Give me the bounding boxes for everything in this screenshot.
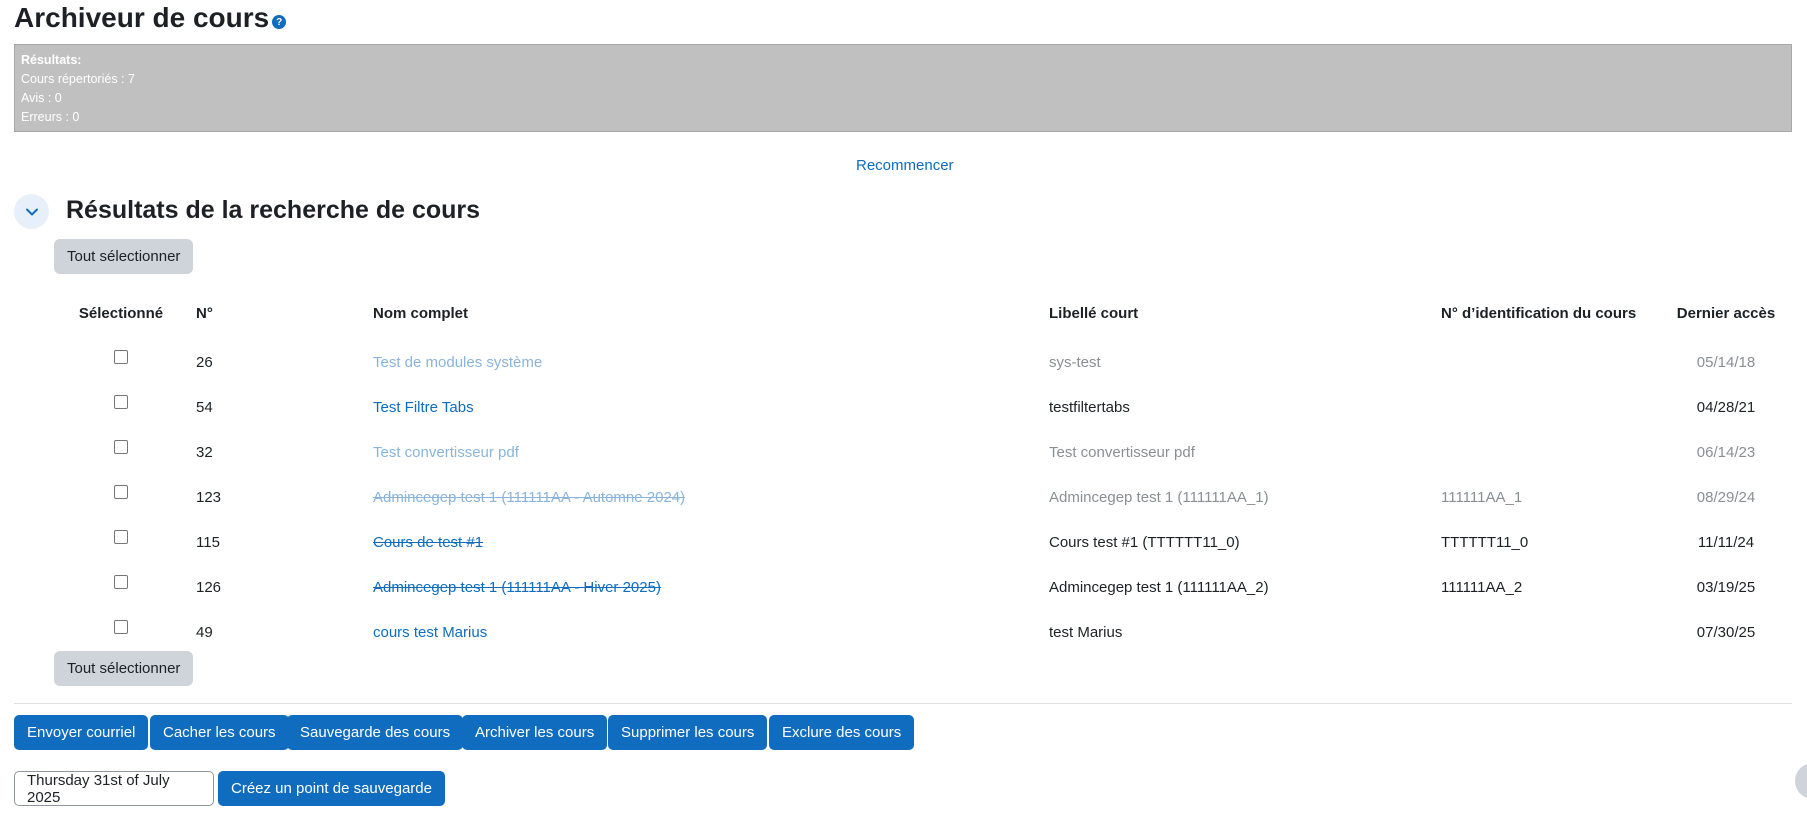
table-row: 54 Test Filtre Tabs testfiltertabs 04/28… [46,385,1793,430]
table-row: 115 Cours de test #1 Cours test #1 (TTTT… [46,520,1793,565]
row-checkbox[interactable] [114,575,128,590]
row-lastaccess: 07/30/25 [1696,624,1756,641]
section-collapse-button[interactable] [14,194,49,229]
header-shortname[interactable]: Libellé court [1049,288,1441,340]
archive-courses-button[interactable]: Archiver les cours [462,715,608,750]
row-idnumber: 111111AA_1 [1441,489,1523,506]
row-checkbox[interactable] [114,620,128,635]
row-lastaccess: 04/28/21 [1696,399,1756,416]
create-save-point-button[interactable]: Créez un point de sauvegarde [218,771,445,806]
row-checkbox[interactable] [114,485,128,500]
course-link[interactable]: Admincegep test 1 (111111AA - Hiver 2025… [373,579,661,596]
row-idnumber [1441,340,1659,385]
row-number: 115 [196,534,220,551]
row-lastaccess: 06/14/23 [1696,444,1756,461]
course-link[interactable]: Test convertisseur pdf [373,444,519,461]
row-checkbox[interactable] [114,530,128,545]
courses-listed-count: Cours répertoriés : 7 [21,72,135,86]
row-lastaccess: 08/29/24 [1696,489,1756,506]
results-summary: Résultats: Cours répertoriés : 7 Avis : … [14,44,1792,132]
course-link[interactable]: Admincegep test 1 (111111AA - Automne 20… [373,489,685,506]
table-header-row: Sélectionné N° Nom complet Libellé court… [46,288,1793,340]
row-shortname: testfiltertabs [1049,399,1130,416]
row-lastaccess: 11/11/24 [1697,534,1755,551]
course-link[interactable]: Test de modules système [373,354,542,371]
row-checkbox[interactable] [114,440,128,455]
send-email-button[interactable]: Envoyer courriel [14,715,149,750]
row-lastaccess: 05/14/18 [1696,354,1756,371]
row-checkbox[interactable] [114,395,128,410]
backup-courses-button[interactable]: Sauvegarde des cours [287,715,464,750]
chevron-down-icon [25,208,38,215]
hide-courses-button[interactable]: Cacher les cours [150,715,289,750]
row-shortname: Test convertisseur pdf [1049,444,1195,461]
table-row: 32 Test convertisseur pdf Test convertis… [46,430,1793,475]
divider [14,703,1792,704]
row-number: 49 [196,624,213,641]
results-heading: Résultats: [21,53,82,67]
header-fullname[interactable]: Nom complet [373,288,1049,340]
delete-courses-button[interactable]: Supprimer les cours [608,715,768,750]
row-number: 126 [196,579,222,596]
row-checkbox[interactable] [114,350,128,365]
select-all-button-top[interactable]: Tout sélectionner [54,239,194,274]
courses-table: Sélectionné N° Nom complet Libellé court… [46,288,1793,655]
row-number: 26 [196,354,213,371]
row-idnumber [1441,430,1659,475]
row-idnumber [1441,610,1659,655]
notices-count: Avis : 0 [21,91,62,105]
header-idnumber[interactable]: N° d’identification du cours [1441,288,1659,340]
row-number: 32 [196,444,213,461]
question-icon[interactable]: ? [272,15,287,29]
row-idnumber: TTTTTT11_0 [1441,534,1529,551]
table-row: 123 Admincegep test 1 (111111AA - Automn… [46,475,1793,520]
scroll-to-top-button[interactable] [1795,763,1807,799]
exclude-courses-button[interactable]: Exclure des cours [769,715,915,750]
page-title: Archiveur de cours ? [14,2,287,34]
errors-count: Erreurs : 0 [21,110,80,124]
course-link[interactable]: cours test Marius [373,624,487,641]
row-shortname: Admincegep test 1 (111111AA_2) [1049,579,1269,596]
select-all-button-bottom[interactable]: Tout sélectionner [54,651,194,686]
header-selected: Sélectionné [78,305,164,322]
row-shortname: test Marius [1049,624,1123,641]
section-title: Résultats de la recherche de cours [66,196,481,224]
row-shortname: sys-test [1049,354,1101,371]
table-row: 49 cours test Marius test Marius 07/30/2… [46,610,1793,655]
table-row: 126 Admincegep test 1 (111111AA - Hiver … [46,565,1793,610]
course-link[interactable]: Test Filtre Tabs [373,399,474,416]
restart-link[interactable]: Recommencer [856,157,954,174]
table-row: 26 Test de modules système sys-test 05/1… [46,340,1793,385]
row-idnumber [1441,385,1659,430]
page-title-text: Archiveur de cours [14,2,270,33]
save-point-date-field[interactable]: Thursday 31st of July 2025 [14,771,214,806]
header-lastaccess[interactable]: Dernier accès [1659,288,1793,340]
row-number: 54 [196,399,213,416]
row-number: 123 [196,489,222,506]
course-link[interactable]: Cours de test #1 [373,534,483,551]
header-number[interactable]: N° [196,288,373,340]
row-lastaccess: 03/19/25 [1696,579,1756,596]
row-idnumber: 111111AA_2 [1441,579,1523,596]
row-shortname: Admincegep test 1 (111111AA_1) [1049,489,1269,506]
row-shortname: Cours test #1 (TTTTTT11_0) [1049,534,1240,551]
